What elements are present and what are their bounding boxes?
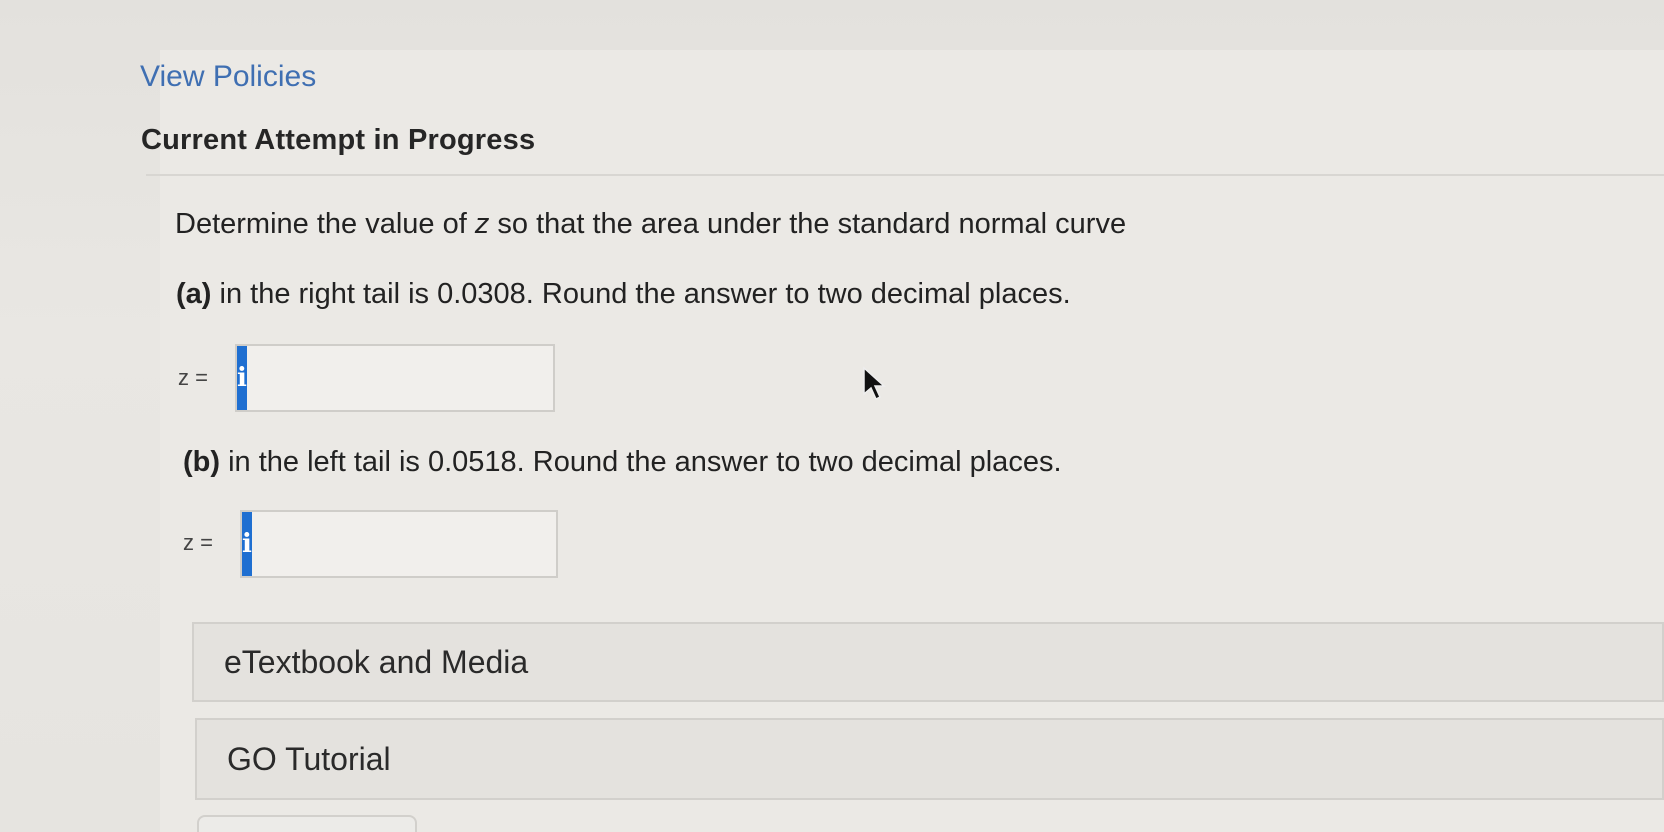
part-b-label: (b) xyxy=(183,446,221,478)
part-a-description: in the right tail is 0.0308. Round the a… xyxy=(211,278,1071,310)
prompt-text-after: so that the area under the standard norm… xyxy=(489,208,1127,240)
part-b-answer-label: z = xyxy=(183,530,213,555)
etextbook-media-section[interactable]: eTextbook and Media xyxy=(192,622,1664,702)
part-b-description: in the left tail is 0.0518. Round the an… xyxy=(220,446,1062,478)
part-b-answer-input[interactable] xyxy=(251,512,574,576)
question-prompt: Determine the value of z so that the are… xyxy=(175,208,1126,241)
mouse-pointer-icon xyxy=(863,366,886,401)
prompt-variable: z xyxy=(474,208,490,240)
part-a-answer-input[interactable] xyxy=(246,346,569,410)
content-panel xyxy=(160,50,1664,832)
part-b-answer-field: i xyxy=(240,510,574,578)
part-a-label: (a) xyxy=(176,278,212,310)
view-policies-link[interactable]: View Policies xyxy=(140,60,316,94)
etextbook-media-label: eTextbook and Media xyxy=(224,643,529,680)
part-a-text: (a) in the right tail is 0.0308. Round t… xyxy=(176,278,1071,311)
part-a-answer-label: z = xyxy=(178,365,208,390)
part-a-answer-field: i xyxy=(235,344,569,412)
page: View Policies Current Attempt in Progres… xyxy=(0,0,1664,832)
divider xyxy=(146,174,1664,176)
prompt-text-before: Determine the value of xyxy=(175,208,475,240)
info-icon[interactable]: i xyxy=(237,346,247,410)
attempt-status-heading: Current Attempt in Progress xyxy=(141,124,536,156)
partial-button[interactable] xyxy=(197,815,417,832)
info-icon[interactable]: i xyxy=(242,512,252,576)
part-b-text: (b) in the left tail is 0.0518. Round th… xyxy=(183,446,1062,479)
go-tutorial-section[interactable]: GO Tutorial xyxy=(195,718,1664,800)
go-tutorial-label: GO Tutorial xyxy=(227,740,391,777)
